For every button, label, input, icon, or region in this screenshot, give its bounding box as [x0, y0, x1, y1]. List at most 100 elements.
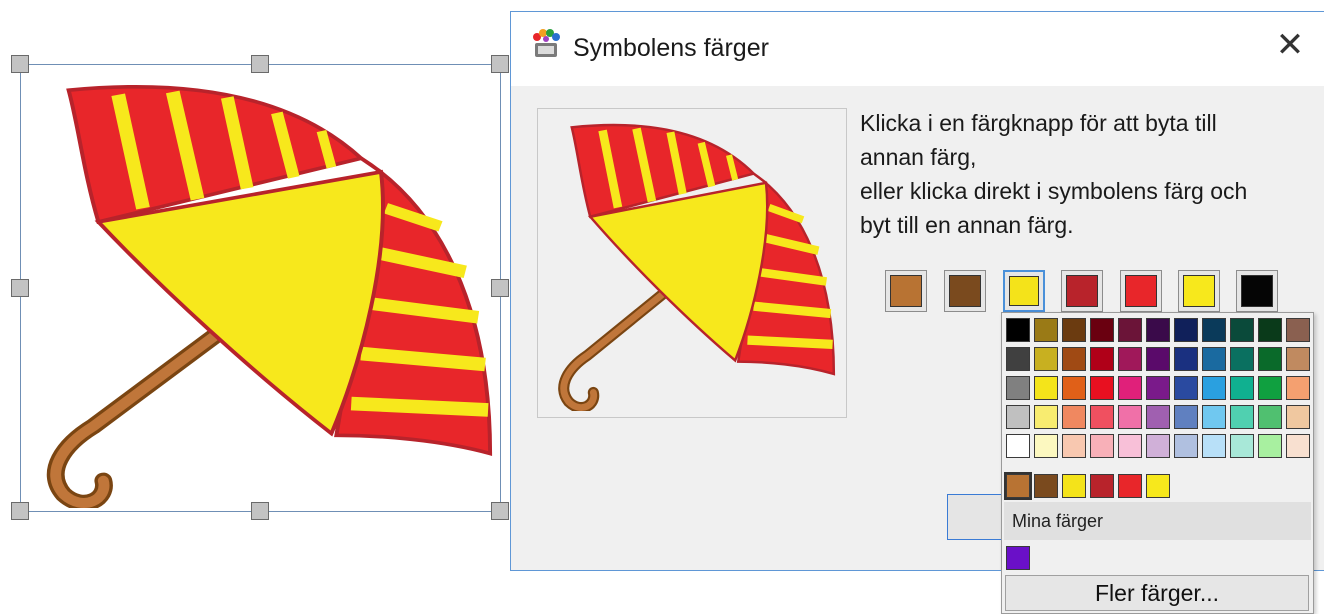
dialog-titlebar: Symbolens färger ✕	[511, 12, 1324, 86]
swatch-color-fill	[1009, 276, 1039, 306]
color-swatch-button[interactable]	[1120, 270, 1162, 312]
resize-handle-top-right[interactable]	[491, 55, 509, 73]
palette-color-cell[interactable]	[1034, 376, 1058, 400]
palette-color-cell[interactable]	[1202, 318, 1226, 342]
recent-color-cell[interactable]	[1034, 474, 1058, 498]
my-color-cell[interactable]	[1006, 546, 1030, 570]
palette-color-cell[interactable]	[1062, 405, 1086, 429]
palette-color-cell[interactable]	[1230, 434, 1254, 458]
palette-color-cell[interactable]	[1258, 376, 1282, 400]
palette-color-cell[interactable]	[1174, 405, 1198, 429]
swatch-color-fill	[1066, 275, 1098, 307]
palette-color-cell[interactable]	[1090, 376, 1114, 400]
close-icon[interactable]: ✕	[1273, 28, 1307, 62]
color-palette-popup: Mina färger Fler färger...	[1001, 312, 1314, 614]
swatch-color-fill	[890, 275, 922, 307]
recent-color-cell[interactable]	[1146, 474, 1170, 498]
palette-color-cell[interactable]	[1258, 434, 1282, 458]
dialog-title: Symbolens färger	[573, 34, 769, 62]
instruction-line: byt till en annan färg.	[860, 212, 1074, 238]
palette-color-cell[interactable]	[1090, 318, 1114, 342]
color-swatch-button[interactable]	[1061, 270, 1103, 312]
symbol-preview[interactable]	[537, 108, 847, 418]
palette-color-cell[interactable]	[1230, 318, 1254, 342]
palette-color-cell[interactable]	[1146, 405, 1170, 429]
my-colors-header: Mina färger	[1004, 502, 1311, 540]
recent-color-cell[interactable]	[1118, 474, 1142, 498]
palette-color-cell[interactable]	[1174, 376, 1198, 400]
palette-color-cell[interactable]	[1034, 405, 1058, 429]
palette-color-cell[interactable]	[1118, 376, 1142, 400]
palette-app-icon	[533, 29, 560, 57]
color-swatch-button[interactable]	[1236, 270, 1278, 312]
swatch-color-fill	[949, 275, 981, 307]
palette-color-cell[interactable]	[1090, 405, 1114, 429]
palette-color-cell[interactable]	[1286, 405, 1310, 429]
instruction-line: Klicka i en färgknapp för att byta till	[860, 110, 1217, 136]
palette-color-cell[interactable]	[1286, 347, 1310, 371]
swatch-color-fill	[1183, 275, 1215, 307]
palette-color-cell[interactable]	[1146, 347, 1170, 371]
resize-handle-top-left[interactable]	[11, 55, 29, 73]
palette-color-cell[interactable]	[1034, 434, 1058, 458]
palette-color-cell[interactable]	[1286, 376, 1310, 400]
palette-color-cell[interactable]	[1146, 434, 1170, 458]
instructions-text: Klicka i en färgknapp för att byta till …	[860, 106, 1320, 242]
palette-color-cell[interactable]	[1258, 347, 1282, 371]
resize-handle-bottom-middle[interactable]	[251, 502, 269, 520]
palette-color-cell[interactable]	[1090, 434, 1114, 458]
palette-color-cell[interactable]	[1174, 434, 1198, 458]
palette-color-cell[interactable]	[1202, 376, 1226, 400]
resize-handle-bottom-left[interactable]	[11, 502, 29, 520]
instruction-line: annan färg,	[860, 144, 977, 170]
recent-color-cell[interactable]	[1004, 472, 1032, 500]
palette-color-cell[interactable]	[1090, 347, 1114, 371]
palette-color-cell[interactable]	[1006, 376, 1030, 400]
palette-color-cell[interactable]	[1118, 347, 1142, 371]
palette-color-cell[interactable]	[1146, 318, 1170, 342]
resize-handle-top-middle[interactable]	[251, 55, 269, 73]
palette-color-cell[interactable]	[1230, 405, 1254, 429]
palette-color-cell[interactable]	[1258, 318, 1282, 342]
palette-color-cell[interactable]	[1006, 318, 1030, 342]
palette-color-cell[interactable]	[1286, 318, 1310, 342]
palette-color-cell[interactable]	[1118, 434, 1142, 458]
palette-color-cell[interactable]	[1062, 318, 1086, 342]
color-swatch-button[interactable]	[885, 270, 927, 312]
palette-color-cell[interactable]	[1118, 405, 1142, 429]
palette-color-cell[interactable]	[1202, 434, 1226, 458]
palette-color-cell[interactable]	[1034, 347, 1058, 371]
more-colors-button[interactable]: Fler färger...	[1005, 575, 1309, 611]
resize-handle-middle-right[interactable]	[491, 279, 509, 297]
swatch-color-fill	[1125, 275, 1157, 307]
palette-color-cell[interactable]	[1118, 318, 1142, 342]
my-colors-label: Mina färger	[1012, 511, 1104, 531]
instruction-line: eller klicka direkt i symbolens färg och	[860, 178, 1248, 204]
palette-color-cell[interactable]	[1174, 347, 1198, 371]
palette-color-cell[interactable]	[1146, 376, 1170, 400]
color-swatch-button[interactable]	[1003, 270, 1045, 312]
palette-color-cell[interactable]	[1286, 434, 1310, 458]
swatch-color-fill	[1241, 275, 1273, 307]
palette-color-cell[interactable]	[1006, 405, 1030, 429]
palette-color-cell[interactable]	[1034, 318, 1058, 342]
color-swatch-button[interactable]	[944, 270, 986, 312]
selection-frame[interactable]	[11, 55, 509, 520]
palette-color-cell[interactable]	[1174, 318, 1198, 342]
palette-color-cell[interactable]	[1062, 434, 1086, 458]
palette-color-cell[interactable]	[1202, 347, 1226, 371]
preview-umbrella-symbol[interactable]	[544, 115, 840, 411]
palette-color-cell[interactable]	[1258, 405, 1282, 429]
recent-color-cell[interactable]	[1090, 474, 1114, 498]
palette-color-cell[interactable]	[1202, 405, 1226, 429]
palette-color-cell[interactable]	[1062, 347, 1086, 371]
resize-handle-bottom-right[interactable]	[491, 502, 509, 520]
palette-color-cell[interactable]	[1230, 347, 1254, 371]
palette-color-cell[interactable]	[1006, 347, 1030, 371]
resize-handle-middle-left[interactable]	[11, 279, 29, 297]
color-swatch-button[interactable]	[1178, 270, 1220, 312]
palette-color-cell[interactable]	[1230, 376, 1254, 400]
recent-color-cell[interactable]	[1062, 474, 1086, 498]
palette-color-cell[interactable]	[1062, 376, 1086, 400]
palette-color-cell[interactable]	[1006, 434, 1030, 458]
